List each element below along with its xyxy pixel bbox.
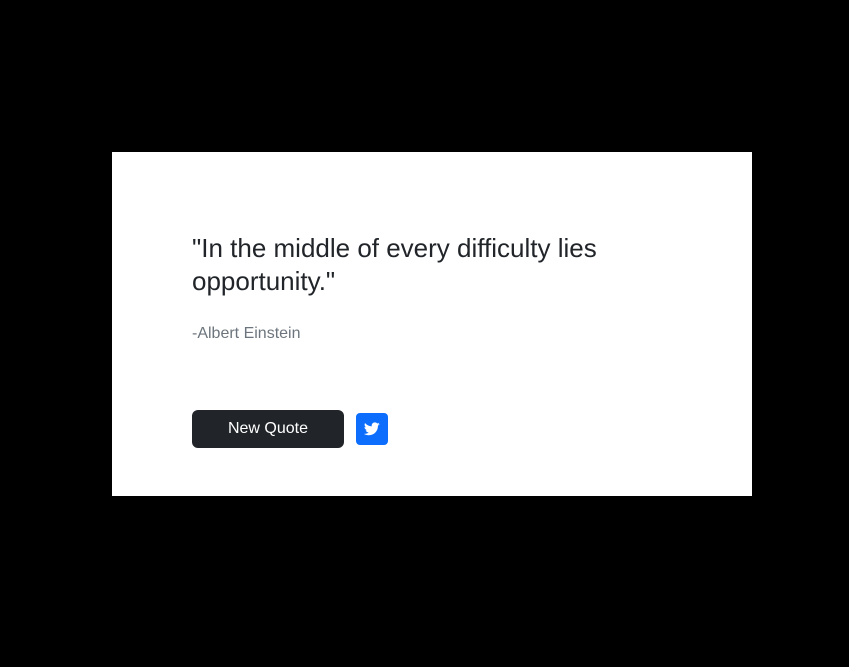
tweet-quote-button[interactable] <box>356 413 388 445</box>
quote-author: -Albert Einstein <box>192 325 301 342</box>
quote-text: "In the middle of every difficulty lies … <box>192 233 597 296</box>
quote-box: "In the middle of every difficulty lies … <box>112 152 752 496</box>
new-quote-button[interactable]: New Quote <box>192 410 344 448</box>
twitter-icon <box>364 422 380 436</box>
